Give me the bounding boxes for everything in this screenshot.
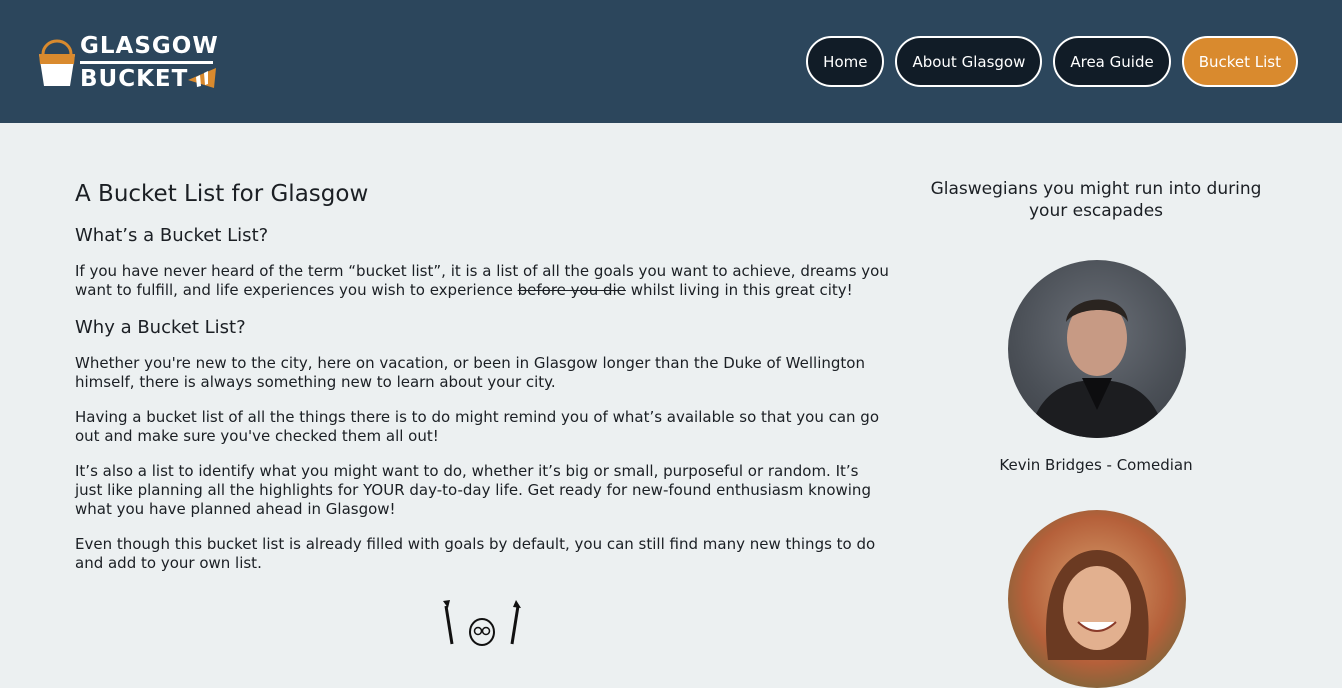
- page-title: A Bucket List for Glasgow: [75, 181, 369, 207]
- struck-text: before you die: [517, 281, 626, 299]
- paragraph-1: Whether you're new to the city, here on …: [75, 354, 865, 391]
- main-nav: Home About Glasgow Area Guide Bucket Lis…: [806, 36, 1298, 87]
- definition-text-after: whilst living in this great city!: [625, 281, 853, 299]
- paragraph-3: It’s also a list to identify what you mi…: [75, 462, 871, 518]
- person-portrait-icon: [1046, 550, 1149, 660]
- bucket-doodle-illustration: [443, 600, 521, 646]
- paragraph-4: Even though this bucket list is already …: [75, 535, 876, 572]
- nav-area-guide[interactable]: Area Guide: [1053, 36, 1171, 87]
- logo-divider: [80, 61, 213, 64]
- traffic-cone-icon: [188, 68, 216, 88]
- avatar-second-person: [1008, 510, 1186, 688]
- bucket-icon: [39, 39, 75, 86]
- avatar-kevin-bridges: [1008, 260, 1186, 438]
- nav-home[interactable]: Home: [806, 36, 885, 87]
- section-paragraph-definition: If you have never heard of the term “buc…: [75, 262, 890, 300]
- logo-text-bucket: BUCKET: [80, 66, 189, 92]
- section-heading-whats-bucket-list: What’s a Bucket List?: [75, 225, 269, 246]
- nav-bucket-list[interactable]: Bucket List: [1181, 36, 1298, 87]
- paragraph-2: Having a bucket list of all the things t…: [75, 408, 880, 445]
- main-content: A Bucket List for Glasgow What’s a Bucke…: [75, 178, 890, 589]
- nav-about-glasgow[interactable]: About Glasgow: [895, 36, 1043, 87]
- site-logo[interactable]: GLASGOW BUCKET: [36, 32, 226, 94]
- site-header: GLASGOW BUCKET Home About Glasgow Area G…: [0, 0, 1342, 123]
- sidebar-title: Glaswegians you might run into during yo…: [930, 179, 1262, 221]
- logo-text-glasgow: GLASGOW: [80, 33, 219, 59]
- sidebar-glaswegians: Glaswegians you might run into during yo…: [915, 178, 1277, 688]
- person-portrait-icon: [1028, 299, 1166, 438]
- section-heading-why-bucket-list: Why a Bucket List?: [75, 317, 246, 338]
- avatar-caption: Kevin Bridges - Comedian: [999, 456, 1193, 474]
